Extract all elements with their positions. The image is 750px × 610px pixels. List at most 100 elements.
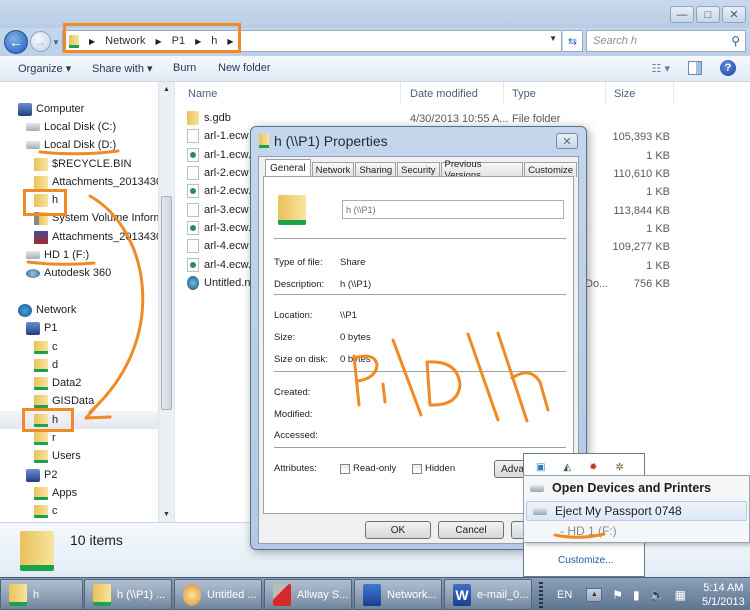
organize-button[interactable]: Organize ▾ [18,62,71,75]
customize-link[interactable]: Customize... [558,555,614,566]
nav-item-recycle-bin[interactable]: $RECYCLE.BIN [34,155,131,173]
new-folder-button[interactable]: New folder [218,62,271,74]
tab-previous-versions[interactable]: Previous Versions [440,159,524,181]
preview-pane-icon[interactable] [688,61,702,75]
file-row[interactable]: arl-2.ecw. [187,182,251,200]
scroll-up-icon[interactable]: ▲ [163,86,170,93]
clock[interactable]: 5:14 AM 5/1/2013 [702,581,745,609]
breadcrumb-p1[interactable]: P1 [172,35,185,47]
nav-item-p1-c[interactable]: c [34,338,58,356]
column-header-date[interactable]: Date modified [410,88,478,100]
recent-pages-dropdown[interactable]: ▼ [52,38,60,47]
network-tray-icon[interactable]: ▦ [675,588,686,602]
tab-security[interactable]: Security [397,162,440,177]
zip-icon [34,230,48,244]
column-divider[interactable] [400,82,401,104]
scroll-down-icon[interactable]: ▼ [163,511,170,518]
nav-item-p2-apps[interactable]: Apps [34,484,77,502]
power-icon[interactable]: ▮ [633,588,640,602]
tab-customize[interactable]: Customize [524,162,577,177]
column-header-size[interactable]: Size [614,88,635,100]
breadcrumb-network[interactable]: Network [105,35,145,47]
nav-item-attachments-zip[interactable]: Attachments_2013430.zi [34,228,172,246]
help-icon[interactable]: ? [720,60,736,76]
nav-item-autodesk-360[interactable]: Autodesk 360 [26,264,111,282]
language-indicator[interactable]: EN [557,589,572,601]
teamviewer-icon[interactable]: ▣ [536,462,545,473]
breadcrumb-chevron-icon[interactable]: ▶ [227,37,233,46]
action-center-flag-icon[interactable]: ⚑ [612,588,623,602]
minimize-button[interactable]: — [670,6,694,23]
breadcrumb-chevron-icon[interactable]: ▶ [89,37,95,46]
column-header-type[interactable]: Type [512,88,536,100]
breadcrumb-chevron-icon[interactable]: ▶ [156,37,162,46]
nav-item-p2-c[interactable]: c [34,502,58,520]
taskbar-button-word[interactable]: We-mail_0... [444,579,532,610]
hidden-checkbox[interactable]: Hidden [412,463,455,474]
close-button[interactable]: ✕ [722,6,746,23]
nav-item-p1[interactable]: P1 [26,319,57,337]
readonly-checkbox[interactable]: Read-only [340,463,396,474]
nav-item-p1-users[interactable]: Users [34,447,81,465]
column-divider[interactable] [503,82,504,104]
share-with-button[interactable]: Share with ▾ [92,62,153,75]
tab-network[interactable]: Network [311,162,355,177]
view-options-icon[interactable]: ☷ ▾ [652,62,670,75]
nav-item-p2[interactable]: P2 [26,466,57,484]
file-row[interactable]: s.gdb [187,109,231,127]
tray-app-icon[interactable]: ◭ [563,462,571,473]
scrollbar-thumb[interactable] [161,196,172,410]
address-dropdown-icon[interactable]: ▼ [549,34,557,43]
tab-general[interactable]: General [265,159,311,177]
taskbar-button-network[interactable]: Network... [354,579,442,610]
nav-item-network[interactable]: Network [18,301,76,319]
tray-app-icon[interactable]: ✲ [616,462,624,473]
file-row[interactable]: arl-4.ecw. [187,256,251,274]
search-icon[interactable]: ⚲ [731,34,740,48]
eject-passport-item[interactable]: Eject My Passport 0748 [526,501,747,521]
column-divider[interactable] [605,82,606,104]
file-row[interactable]: arl-1.ecw [187,127,249,145]
volume-icon[interactable]: 🔈 [650,588,665,602]
search-input[interactable]: Search h ⚲ [586,30,746,52]
nav-item-hd1[interactable]: HD 1 (F:) [26,246,89,264]
share-icon [34,449,48,463]
taskbar-button-paint[interactable]: Untitled ... [174,579,262,610]
breadcrumb-chevron-icon[interactable]: ▶ [195,37,201,46]
ok-button[interactable]: OK [365,521,431,539]
maximize-button[interactable]: □ [696,6,720,23]
refresh-button[interactable]: ⇆ [563,30,583,52]
dialog-close-button[interactable]: ✕ [556,133,578,149]
file-row[interactable]: arl-3.ecw [187,201,249,219]
show-hidden-icons-button[interactable]: ▲ [586,587,603,602]
checkbox-box [412,463,422,474]
taskbar-button-h[interactable]: h [0,579,83,610]
forward-button[interactable]: → [30,31,51,52]
open-devices-printers-item[interactable]: Open Devices and Printers [524,478,749,498]
tray-app-icon[interactable]: ✹ [589,462,597,473]
file-row[interactable]: arl-1.ecw. [187,146,251,164]
cancel-button[interactable]: Cancel [438,521,504,539]
back-button[interactable]: ← [4,30,28,54]
nav-item-computer[interactable]: Computer [18,100,84,118]
nav-item-local-disk-c[interactable]: Local Disk (C:) [26,118,116,136]
file-row[interactable]: arl-4.ecw [187,237,249,255]
nav-item-local-disk-d[interactable]: Local Disk (D:) [26,136,116,154]
address-bar[interactable]: ▶ Network ▶ P1 ▶ h ▶ ▼ [62,30,562,52]
breadcrumb-h[interactable]: h [211,35,217,47]
column-header-name[interactable]: Name [188,88,217,100]
taskbar-button-allway-sync[interactable]: Allway S... [264,579,352,610]
name-field[interactable]: h (\\P1) [342,200,564,219]
taskbar-button-h-properties[interactable]: h (\\P1) ... [84,579,172,610]
file-row[interactable]: arl-3.ecw. [187,219,251,237]
nav-item-p1-d[interactable]: d [34,356,58,374]
burn-button[interactable]: Burn [173,62,196,74]
column-divider[interactable] [673,82,674,104]
nav-pane-scrollbar[interactable]: ▲ ▼ [158,82,174,522]
tab-sharing[interactable]: Sharing [355,162,397,177]
arrow-right-icon: → [34,34,47,49]
file-row[interactable]: arl-2.ecw [187,164,249,182]
file-row[interactable]: Untitled.n [187,274,250,292]
taskbar-grip[interactable] [539,581,543,608]
nav-item-p1-data2[interactable]: Data2 [34,374,81,392]
